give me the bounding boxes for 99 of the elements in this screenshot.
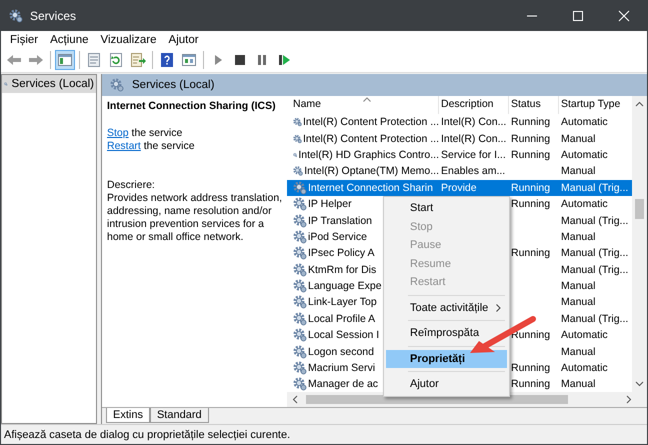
- menu-item[interactable]: Fișier: [4, 34, 44, 46]
- service-status: Running: [511, 148, 550, 161]
- gear-icon: [293, 180, 307, 195]
- gear-icon: [293, 279, 307, 294]
- service-description: Intel(R) Con...: [441, 116, 506, 128]
- service-name: Intel(R) Optane(TM) Memo...: [304, 165, 439, 178]
- gear-icon: [293, 377, 307, 392]
- scroll-down-icon[interactable]: [635, 381, 644, 387]
- startup-type: Automatic: [561, 329, 608, 342]
- service-name: Link-Layer Top: [308, 296, 377, 308]
- service-status: Running: [511, 362, 550, 374]
- pane-title: Services (Local): [132, 79, 214, 91]
- menu-item[interactable]: Proprietăți: [386, 350, 507, 368]
- view-tab[interactable]: Extins: [106, 408, 150, 423]
- gear-icon: [293, 361, 307, 376]
- service-status: Running: [511, 116, 550, 128]
- service-name: Intel(R) HD Graphics Contro...: [298, 148, 439, 161]
- scroll-left-icon[interactable]: [292, 395, 298, 404]
- gear-icon: [293, 328, 307, 342]
- service-name: Logon second: [308, 346, 374, 358]
- gear-icon: [293, 197, 307, 212]
- service-title: Internet Connection Sharing (ICS): [107, 100, 277, 113]
- startup-type: Automatic: [561, 148, 608, 161]
- startup-type: Manual (Trig...: [561, 214, 628, 227]
- menu-item[interactable]: Ajutor: [162, 34, 205, 46]
- service-status: Running: [511, 182, 550, 194]
- action-text: Stop the service: [107, 127, 184, 140]
- startup-type: Automatic: [561, 362, 608, 374]
- description-label: Descriere:: [107, 179, 156, 192]
- view-tab[interactable]: Standard: [150, 408, 209, 423]
- gear-icon: [293, 214, 307, 228]
- gear-icon: [293, 246, 307, 260]
- selected-row[interactable]: Internet Connection Sharin Provide Running Manual (Trig...: [287, 180, 632, 196]
- service-name: Language Expe: [308, 280, 382, 292]
- startup-type: Automatic: [561, 198, 608, 210]
- menu-item[interactable]: Start: [386, 199, 507, 218]
- description-text: Provides network address translation, addressing, name resolution and/or intrusion prevention services for a home or small office network.: [107, 192, 283, 244]
- startup-type: Manual: [561, 280, 596, 292]
- scroll-up-icon[interactable]: [635, 101, 644, 107]
- status-text: Afișează caseta de dialog cu proprietățile selecției curente.: [4, 428, 290, 440]
- scroll-right-icon[interactable]: [626, 395, 632, 404]
- column-header[interactable]: Description: [439, 96, 509, 114]
- tree-item[interactable]: Services (Local): [2, 75, 96, 93]
- startup-type: Automatic: [561, 116, 608, 128]
- column-header[interactable]: Status: [509, 96, 559, 114]
- gear-icon: [9, 9, 23, 23]
- service-name: iPod Service: [308, 230, 367, 243]
- gear-icon: [293, 312, 307, 326]
- startup-type: Manual (Trig...: [561, 247, 628, 260]
- service-name: KtmRm for Dis: [308, 264, 376, 276]
- service-name: Local Profile A: [308, 312, 376, 325]
- service-description: Provide: [441, 182, 477, 194]
- menu-item[interactable]: Toate activitățile: [386, 298, 507, 317]
- service-name: Manager de ac: [308, 378, 378, 390]
- service-description: Intel(R) Con...: [441, 132, 506, 145]
- service-name: IP Translation: [308, 214, 372, 227]
- gear-icon: [293, 164, 304, 178]
- service-name: IPsec Policy A: [308, 247, 375, 260]
- menu-item[interactable]: Reîmprospăta: [386, 324, 507, 342]
- service-name: Intel(R) Content Protection ...: [303, 116, 439, 128]
- gear-icon: [293, 295, 307, 310]
- startup-type: Manual: [561, 346, 596, 358]
- service-name: Intel(R) Content Protection ...: [303, 132, 439, 145]
- sort-caret-icon: [363, 97, 371, 102]
- scroll-thumb[interactable]: [635, 199, 644, 219]
- pane-toggle-icon[interactable]: [55, 50, 75, 70]
- service-status: Running: [511, 247, 550, 260]
- service-description: Service for I...: [441, 148, 506, 161]
- service-name: Macrium Servi: [308, 362, 376, 374]
- service-name: IP Helper: [308, 198, 352, 210]
- service-name: Local Session I: [308, 329, 380, 342]
- vertical-scrollbar[interactable]: [632, 96, 647, 392]
- startup-type: Manual: [561, 378, 596, 390]
- column-header[interactable]: Startup Type: [559, 96, 632, 114]
- action-text: Restart the service: [107, 140, 196, 153]
- menu-item[interactable]: Ajutor: [386, 375, 507, 394]
- startup-type: Manual: [561, 132, 596, 145]
- startup-type: Manual: [561, 230, 596, 243]
- export-icon[interactable]: [128, 50, 148, 70]
- startup-type: Manual: [561, 296, 596, 308]
- service-status: Running: [511, 132, 550, 145]
- window-title: Services: [30, 9, 76, 23]
- gear-icon: [110, 78, 124, 92]
- gear-icon: [293, 230, 307, 244]
- service-name: Internet Connection Sharin: [308, 182, 433, 194]
- startup-type: Manual (Trig...: [561, 182, 628, 194]
- menu-item[interactable]: Vizualizare: [94, 34, 163, 46]
- gear-icon: [293, 344, 307, 359]
- service-description: Enables am...: [441, 165, 506, 178]
- action-link[interactable]: Restart: [107, 140, 141, 152]
- startup-type: Manual: [561, 165, 596, 178]
- menu-item[interactable]: Acțiune: [44, 34, 94, 46]
- gear-icon: [293, 262, 307, 277]
- action-link[interactable]: Stop: [107, 127, 129, 139]
- service-status: Running: [511, 378, 550, 390]
- service-status: Running: [511, 198, 550, 210]
- startup-type: Manual (Trig...: [561, 264, 628, 276]
- startup-type: Manual (Trig...: [561, 312, 628, 325]
- column-header[interactable]: Name: [291, 96, 439, 114]
